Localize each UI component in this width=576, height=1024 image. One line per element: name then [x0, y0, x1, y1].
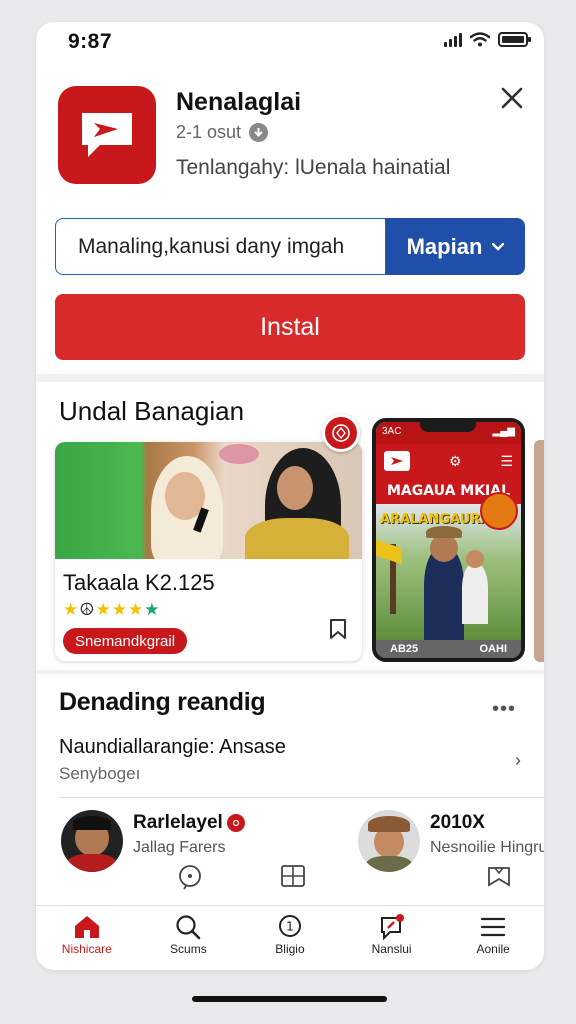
next-card-peek[interactable] — [534, 440, 544, 662]
list-item-subtitle: Senybogeı — [59, 764, 141, 783]
preview-time: 3AC — [382, 426, 402, 437]
select-label: Mapian — [406, 233, 483, 259]
preview-logo-icon — [384, 451, 410, 471]
preview-screen: 3AC ▂▄▆ ⚙ ☰ MAGAUA MKIAL ARALANGAURAIS A… — [376, 422, 521, 658]
chevron-right-icon: › — [515, 750, 521, 770]
home-icon — [74, 916, 99, 938]
badge-icon: 1 — [278, 915, 301, 937]
divider — [59, 797, 544, 798]
close-icon[interactable] — [500, 86, 524, 110]
person-name: 2010X — [430, 812, 485, 833]
chevron-down-icon — [492, 242, 505, 251]
card-title: Takaala K2.125 — [63, 570, 215, 595]
section-divider — [36, 670, 544, 674]
person-sub: Jallag Farers — [133, 839, 226, 856]
wifi-icon — [470, 32, 490, 47]
more-options-icon[interactable]: ••• — [492, 698, 516, 721]
status-icons — [444, 32, 531, 47]
tab-label: Nanslui — [371, 942, 412, 956]
tab-search[interactable]: Scums — [138, 906, 240, 970]
app-meta: 2-1 osut — [176, 122, 269, 143]
tab-label: Scums — [170, 942, 207, 956]
status-bar: 9:87 — [36, 22, 544, 66]
bookmark-stack-icon[interactable] — [486, 864, 512, 888]
person-item[interactable]: 2010X Nesnoilie Hingrus — [358, 808, 544, 874]
preview-emblem-icon: ⚙ — [448, 452, 462, 469]
download-icon — [249, 123, 269, 142]
tab-home[interactable]: Nishicare — [36, 906, 138, 970]
app-title: Nenalaglai — [176, 88, 302, 116]
preview-menu-icon: ☰ — [500, 452, 513, 469]
battery-icon — [498, 32, 531, 47]
tab-bligio[interactable]: 1 Bligio — [239, 906, 341, 970]
category-badge[interactable]: Snemandkgrail — [63, 628, 188, 654]
signal-icon — [444, 32, 462, 47]
bookmark-icon[interactable] — [328, 618, 348, 640]
avatar — [61, 810, 123, 872]
svg-text:1: 1 — [286, 920, 294, 934]
tab-nanslui[interactable]: Nanslui — [341, 906, 443, 970]
list-item-title: Naundiallarangie: Ansase — [59, 736, 286, 758]
featured-photo — [55, 442, 362, 559]
seal-badge-icon — [322, 414, 360, 452]
avatar — [358, 810, 420, 872]
list-item[interactable]: Naundiallarangie: Ansase Senybogeı › — [59, 734, 525, 794]
preview-notch — [420, 422, 476, 432]
tab-label: Bligio — [275, 942, 305, 956]
app-store-sheet: 9:87 Nenalaglai 2-1 osut Tenlangahy: lUe… — [36, 22, 544, 970]
person-sub: Nesnoilie Hingrus — [430, 839, 544, 856]
home-indicator[interactable] — [192, 996, 387, 1002]
tab-label: Aonile — [476, 942, 510, 956]
comment-icon[interactable] — [178, 864, 202, 890]
bottom-tab-bar: Nishicare Scums 1 Bligio Nanslui Aonile — [36, 905, 544, 970]
search-input[interactable]: Manaling,kanusi dany imgah — [55, 218, 386, 275]
install-button[interactable]: Instal — [55, 294, 525, 360]
search-icon — [176, 915, 201, 940]
person-item[interactable]: Rarlelayel Jallag Farers — [61, 808, 291, 874]
tab-label: Nishicare — [61, 942, 112, 956]
app-meta-text: 2-1 osut — [176, 122, 242, 142]
select-dropdown[interactable]: Mapian — [386, 218, 525, 275]
verified-icon — [226, 813, 245, 832]
person-name-text: Rarlelayel — [133, 812, 223, 833]
app-description: Tenlangahy: lUenala hainatial — [176, 156, 451, 179]
grid-icon[interactable] — [280, 864, 306, 888]
preview-footer-left: AB25 — [390, 643, 419, 655]
section-title: Denading reandig — [59, 688, 266, 716]
search-row: Manaling,kanusi dany imgah Mapian — [55, 218, 525, 275]
preview-footer: AB25 OAHI — [376, 640, 521, 658]
person-name: Rarlelayel — [133, 812, 245, 834]
pin-icon — [380, 914, 404, 940]
app-logo-icon — [58, 86, 156, 184]
preview-app-bar: ⚙ ☰ — [376, 444, 521, 478]
rating-stars: ★☮★★★★ — [63, 600, 161, 619]
tab-aonile[interactable]: Aonile — [442, 906, 544, 970]
status-time: 9:87 — [68, 30, 113, 53]
menu-icon — [481, 917, 506, 937]
featured-card[interactable]: Takaala K2.125 ★☮★★★★ Snemandkgrail — [55, 442, 362, 661]
screenshot-preview[interactable]: 3AC ▂▄▆ ⚙ ☰ MAGAUA MKIAL ARALANGAURAIS A… — [372, 418, 525, 662]
app-header: Nenalaglai 2-1 osut Tenlangahy: lUenala … — [36, 82, 544, 192]
section-title: Undal Banagian — [59, 396, 245, 426]
section-divider — [36, 374, 544, 382]
preview-emblem — [480, 492, 518, 530]
preview-signal-icon: ▂▄▆ — [492, 426, 515, 437]
preview-footer-right: OAHI — [479, 643, 508, 655]
